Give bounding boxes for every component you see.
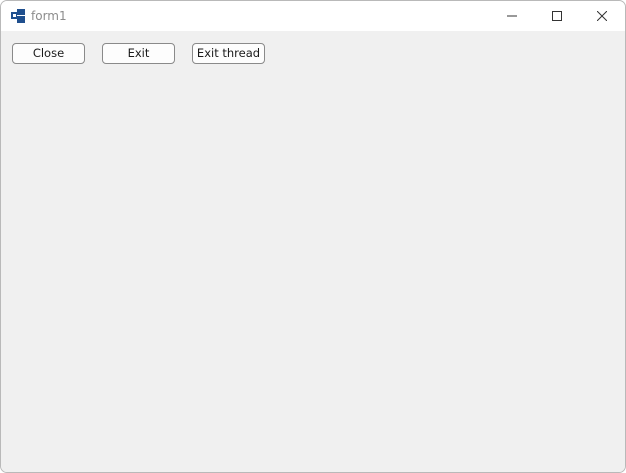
maximize-button[interactable] [534,1,580,31]
title-bar[interactable]: form1 [1,1,625,31]
minimize-button[interactable] [489,1,535,31]
close-window-button[interactable] [579,1,625,31]
app-window: form1 Close Exit Exit thread [0,0,626,473]
close-button[interactable]: Close [12,43,85,64]
form-client-area: Close Exit Exit thread [1,31,625,472]
app-window-icon [11,9,25,23]
window-title: form1 [31,9,67,23]
exit-button[interactable]: Exit [102,43,175,64]
close-icon [597,11,607,21]
maximize-icon [552,11,562,21]
exit-thread-button[interactable]: Exit thread [192,43,265,64]
minimize-icon [507,15,517,17]
